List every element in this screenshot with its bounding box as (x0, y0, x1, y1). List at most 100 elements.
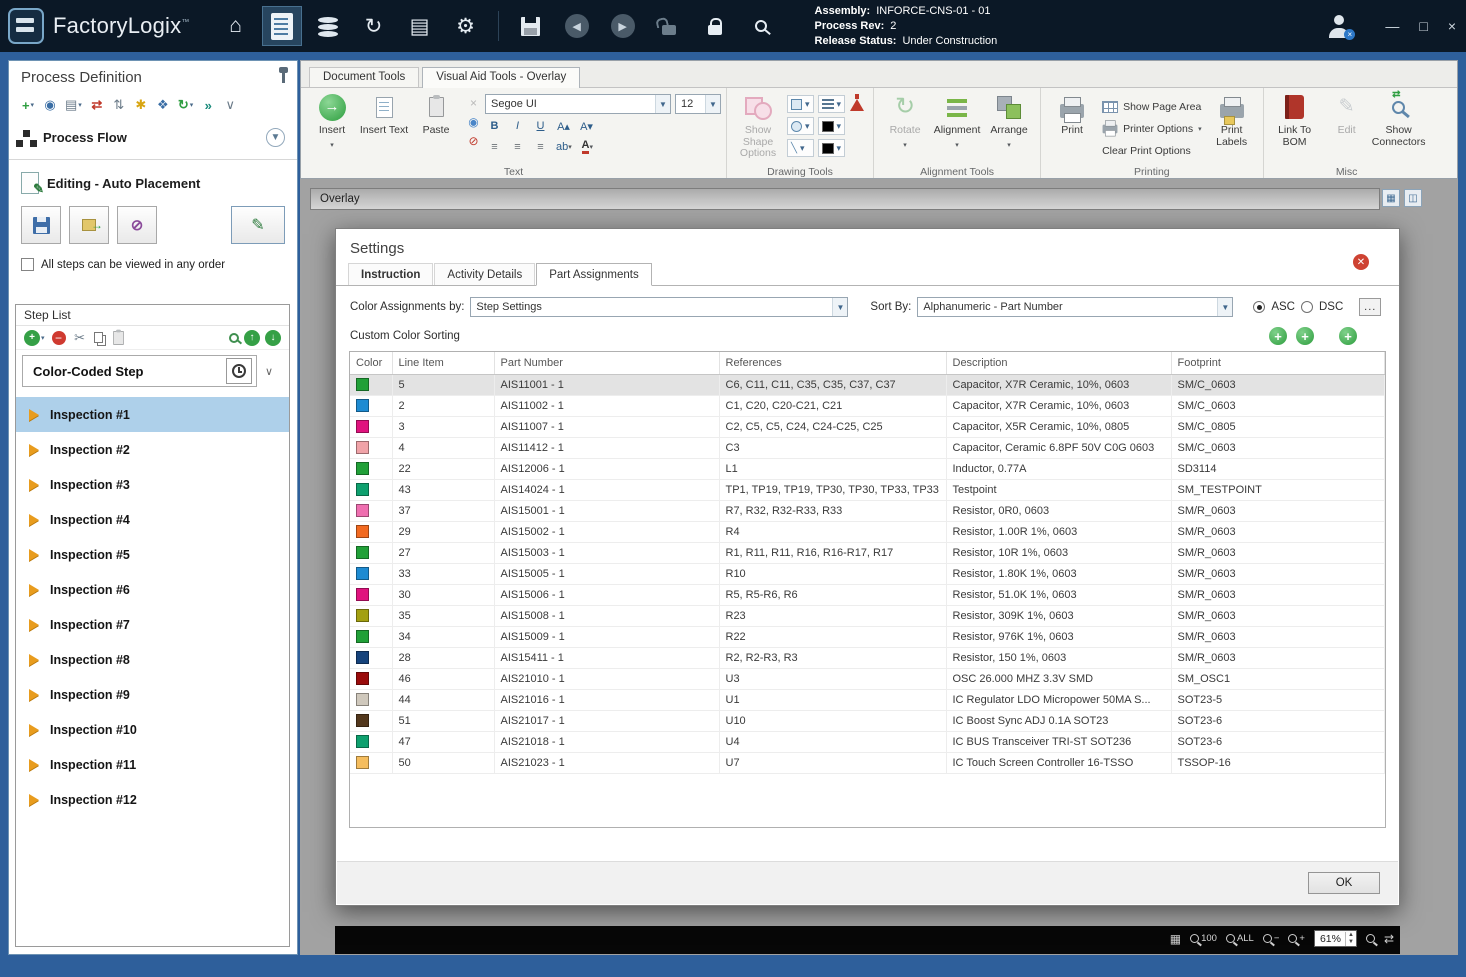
color-swatch[interactable] (356, 609, 369, 622)
part-assignment-row[interactable]: 3 AIS11007 - 1 C2, C5, C5, C24, C24-C25, C… (350, 416, 1385, 438)
materials-icon[interactable] (308, 6, 348, 46)
delete-icon[interactable]: × (465, 95, 482, 110)
font-size-select[interactable]: 12 ▼ (675, 94, 721, 114)
part-assignment-row[interactable]: 28 AIS15411 - 1 R2, R2-R3, R3 Resistor, 150… (350, 647, 1385, 669)
color-swatch[interactable] (356, 714, 369, 727)
step-list-item[interactable]: Inspection #7 (16, 607, 289, 642)
process-flow-row[interactable]: Process Flow ▼ (9, 120, 297, 155)
color-swatch[interactable] (356, 693, 369, 706)
insert-button[interactable]: → Insert ▾ (306, 89, 358, 151)
step-list-item[interactable]: Inspection #6 (16, 572, 289, 607)
color-swatch[interactable] (356, 672, 369, 685)
step-list-item[interactable]: Inspection #11 (16, 747, 289, 782)
save-icon[interactable] (511, 6, 551, 46)
color-swatch[interactable] (356, 483, 369, 496)
color-swatch[interactable] (356, 567, 369, 580)
panel-toggle-icon[interactable]: ◫ (1404, 189, 1422, 207)
part-assignment-row[interactable]: 51 AIS21017 - 1 U10 IC Boost Sync ADJ 0.1A … (350, 710, 1385, 732)
ellipse-tool-select[interactable]: ▾ (787, 117, 814, 135)
align-right-icon[interactable]: ≡ (531, 138, 550, 156)
audit-search-icon[interactable] (741, 6, 781, 46)
column-header-description[interactable]: Description (946, 352, 1172, 375)
dialog-close-icon[interactable]: ✕ (1353, 254, 1369, 270)
move-step-up-icon[interactable]: ↑ (244, 329, 260, 346)
alignment-button[interactable]: Alignment ▾ (931, 89, 983, 151)
insert-text-button[interactable]: Insert Text (358, 89, 410, 137)
link-to-bom-button[interactable]: Link To BOM (1269, 89, 1321, 148)
sort-by-select[interactable]: Alphanumeric - Part Number ▼ (917, 297, 1234, 317)
tab-instruction[interactable]: Instruction (348, 263, 434, 285)
color-swatch[interactable] (356, 735, 369, 748)
column-header-color[interactable]: Color (350, 352, 393, 375)
color-swatch[interactable] (356, 756, 369, 769)
color-assignments-select[interactable]: Step Settings ▼ (470, 297, 849, 317)
timer-button[interactable] (226, 358, 252, 384)
zoom-out-button[interactable]: − (1262, 933, 1279, 944)
pan-icon[interactable]: ⇄ (1384, 932, 1394, 946)
part-assignment-row[interactable]: 29 AIS15002 - 1 R4 Resistor, 1.00R 1%, 0603… (350, 521, 1385, 543)
pin-icon[interactable] (279, 66, 288, 83)
process-editor-icon[interactable] (261, 6, 302, 46)
show-shape-options-button[interactable]: Show Shape Options (732, 89, 784, 160)
step-list-item[interactable]: Inspection #5 (16, 537, 289, 572)
edit-button[interactable]: ✎ Edit (1321, 89, 1373, 137)
step-list-item[interactable]: Inspection #4 (16, 502, 289, 537)
reports-icon[interactable]: ▤ (400, 6, 440, 46)
home-icon[interactable]: ⌂ (216, 6, 256, 46)
step-list-item[interactable]: Inspection #10 (16, 712, 289, 747)
chemical-flask-icon[interactable] (848, 94, 865, 111)
shrink-font-button[interactable]: A▾ (577, 117, 596, 135)
part-assignment-row[interactable]: 22 AIS12006 - 1 L1 Inductor, 0.77A SD3114 (350, 458, 1385, 480)
steps-any-order-checkbox[interactable] (21, 258, 34, 271)
part-assignment-row[interactable]: 50 AIS21023 - 1 U7 IC Touch Screen Controll… (350, 752, 1385, 774)
column-header-footprint[interactable]: Footprint (1171, 352, 1385, 375)
print-button[interactable]: Print (1046, 89, 1098, 137)
color-swatch[interactable] (356, 546, 369, 559)
fill-color-select[interactable]: ▾ (817, 139, 846, 157)
color-swatch[interactable] (356, 378, 369, 391)
step-list-item[interactable]: Inspection #9 (16, 677, 289, 712)
tab-part-assignments[interactable]: Part Assignments (536, 263, 652, 286)
column-header-part-number[interactable]: Part Number (494, 352, 720, 375)
font-color-button[interactable]: A ▾ (578, 138, 597, 156)
favorite-icon[interactable]: ✱ (134, 97, 148, 113)
show-page-area-button[interactable]: Show Page Area (1102, 98, 1202, 115)
zoom-level-input[interactable]: 61% ▲ ▼ (1313, 930, 1357, 947)
part-assignment-row[interactable]: 30 AIS15006 - 1 R5, R5-R6, R6 Resistor, 51.… (350, 584, 1385, 606)
find-step-icon[interactable] (229, 332, 239, 343)
color-swatch[interactable] (356, 651, 369, 664)
edit-placement-button[interactable]: ✎ (231, 206, 285, 244)
part-assignment-row[interactable]: 5 AIS11001 - 1 C6, C11, C11, C35, C35, C37… (350, 374, 1385, 396)
underline-button[interactable]: U (531, 117, 550, 135)
part-assignment-row[interactable]: 43 AIS14024 - 1 TP1, TP19, TP19, TP30, TP3… (350, 479, 1385, 501)
asc-radio[interactable] (1253, 301, 1266, 313)
process-flow-chevron-icon[interactable]: ▼ (266, 128, 285, 147)
part-assignment-row[interactable]: 37 AIS15001 - 1 R7, R32, R32-R33, R33 Resis… (350, 500, 1385, 522)
rotate-button[interactable]: ↻ Rotate ▾ (879, 89, 931, 151)
part-assignment-row[interactable]: 46 AIS21010 - 1 U3 OSC 26.000 MHZ 3.3V SMD S… (350, 668, 1385, 690)
step-list-item[interactable]: Inspection #12 (16, 782, 289, 817)
add-step-icon[interactable]: + ▾ (21, 97, 35, 113)
add-step-icon[interactable]: + ▾ (24, 329, 45, 346)
part-assignment-row[interactable]: 33 AIS15005 - 1 R10 Resistor, 1.80K 1%, 060… (350, 563, 1385, 585)
lock-icon[interactable] (695, 6, 735, 46)
color-swatch[interactable] (356, 399, 369, 412)
no-entry-icon[interactable]: ⊘ (465, 133, 482, 148)
assign-up-icon[interactable]: ⇅ (112, 97, 126, 113)
step-type-selector[interactable]: Color-Coded Step (22, 355, 257, 387)
tab-document-tools[interactable]: Document Tools (309, 67, 420, 87)
cut-icon[interactable]: ✂ (73, 330, 87, 346)
import-button[interactable] (69, 206, 109, 244)
step-list-item[interactable]: Inspection #1 (16, 397, 289, 432)
tab-activity-details[interactable]: Activity Details (434, 263, 536, 285)
undo-dot-icon[interactable]: ◉ (465, 114, 482, 129)
add-color-button[interactable]: + (1296, 327, 1314, 345)
remove-step-icon[interactable]: − (51, 330, 66, 345)
palette-icon[interactable]: ❖ (156, 97, 170, 113)
part-assignment-row[interactable]: 34 AIS15009 - 1 R22 Resistor, 976K 1%, 0603… (350, 626, 1385, 648)
more-options-button[interactable]: ... (1359, 298, 1382, 316)
printer-options-button[interactable]: Printer Options ▾ (1102, 119, 1202, 137)
fast-forward-icon[interactable]: » (201, 97, 215, 113)
minimize-button[interactable]: — (1385, 18, 1399, 34)
unlock-icon[interactable] (649, 6, 689, 46)
